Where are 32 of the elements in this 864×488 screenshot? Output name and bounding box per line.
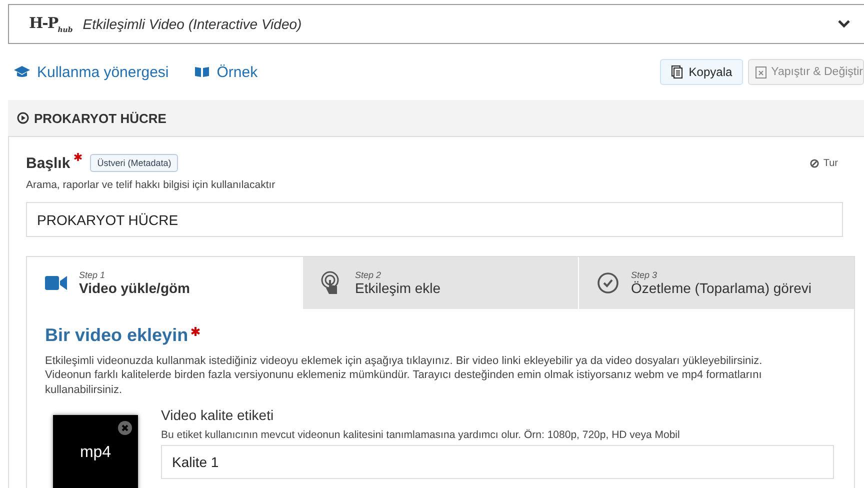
copy-icon <box>670 65 683 79</box>
clipboard-button[interactable]: Kopyala <box>660 59 744 85</box>
help-link[interactable]: Kullanma yönergesi <box>37 64 169 80</box>
remove-icon[interactable] <box>118 420 132 435</box>
instructions-text: Etkileşimli videonuzda kullanmak istediğiniz videoyu eklemek için aşağıya tıklayınız. Bir video linki ekleyebilir ya da video dosyaları yükleyebilirsiniz. Videonun farklı kalitelerde birden fazla versiyonunu eklemeniz mümkündür. Tarayıcı desteğinden emin olmak istiyorsanız webm ve mp4 formatlarını kullanabilirsiniz. <box>45 354 764 397</box>
field-label: Video kalite etiketi <box>161 406 275 423</box>
chevron-icon[interactable] <box>838 20 850 28</box>
video-file-thumbnail[interactable]: mp4 <box>53 414 138 488</box>
help-link[interactable]: Örnek <box>216 64 258 80</box>
title-input[interactable]: PROKARYOT HÜCRE <box>26 202 843 237</box>
logo: H-P$_{hub}$ <box>29 14 73 34</box>
tour-link[interactable]: Tur <box>823 158 838 168</box>
graduation-cap-icon <box>14 66 30 78</box>
tour-icon <box>810 158 820 168</box>
clipboard-icon <box>755 65 768 79</box>
play-icon <box>17 112 29 124</box>
field-description: Bu etiket kullanıcının mevcut videonun kalitesini tanımlamasına yardımcı olur. Örn: 1080p, 720p, HD veya Mobil <box>161 428 681 441</box>
check-circle-icon <box>597 272 619 294</box>
book-icon <box>194 66 210 78</box>
field-description: Arama, raporlar ve telif hakkı bilgisi için kullanılacaktır <box>26 179 276 191</box>
step-tab[interactable]: Step 3 Özetleme (Toparlama) görevi <box>578 257 854 309</box>
video-camera-icon <box>45 275 67 291</box>
step-tab[interactable]: Step 2 Etkileşim ekle <box>302 257 578 309</box>
field-label: Başlık <box>26 154 70 172</box>
quality-input[interactable]: Kalite 1 <box>161 444 834 479</box>
section-header[interactable]: PROKARYOT HÜCRE <box>8 100 864 137</box>
section-title: PROKARYOT HÜCRE <box>34 110 166 126</box>
header-bar[interactable]: H-P$_{hub}$ Etkileşimli Video (Interactive Video) <box>8 4 864 44</box>
content-type-title: Etkileşimli Video (Interactive Video) <box>82 16 303 32</box>
file-type-label: mp4 <box>80 444 112 462</box>
metadata-button[interactable]: Üstveri (Metadata) <box>90 154 178 172</box>
section-heading: Bir video ekleyin <box>45 325 188 346</box>
